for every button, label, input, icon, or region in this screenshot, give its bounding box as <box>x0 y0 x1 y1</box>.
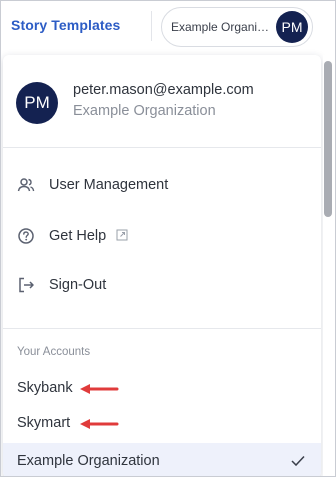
account-label: Skybank <box>17 380 73 396</box>
app-title[interactable]: Story Templates <box>11 17 120 33</box>
external-link-icon <box>116 229 128 241</box>
help-circle-icon <box>18 228 34 244</box>
checkmark-icon <box>291 455 305 467</box>
top-bar-divider <box>151 11 152 41</box>
users-icon <box>17 178 35 192</box>
profile-avatar: PM <box>16 82 58 124</box>
annotation-arrow-icon <box>80 419 119 429</box>
menu-item-label: Get Help <box>49 228 107 244</box>
account-switcher-button[interactable]: Example Organization PM <box>161 7 313 47</box>
divider <box>3 147 321 148</box>
account-dropdown-menu: PM peter.mason@example.com Example Organ… <box>3 55 321 476</box>
account-item-example-organization[interactable]: Example Organization <box>3 443 321 476</box>
top-bar: Story Templates Example Organization PM <box>1 1 335 51</box>
menu-item-get-help[interactable]: Get Help <box>3 216 321 256</box>
app-frame: Story Templates Example Organization PM … <box>0 0 336 477</box>
annotation-arrow-icon <box>80 384 119 394</box>
account-item-skymart[interactable]: Skymart <box>3 407 321 439</box>
menu-item-label: Sign-Out <box>49 277 107 293</box>
profile-email: peter.mason@example.com <box>73 82 254 98</box>
divider <box>3 328 321 329</box>
account-item-skybank[interactable]: Skybank <box>3 372 321 404</box>
accounts-section-label: Your Accounts <box>17 346 91 358</box>
scrollbar-thumb[interactable] <box>324 61 332 217</box>
account-label: Skymart <box>17 415 71 431</box>
sign-out-icon <box>19 277 34 293</box>
menu-item-sign-out[interactable]: Sign-Out <box>3 265 321 305</box>
menu-item-label: User Management <box>49 177 169 193</box>
current-org-name: Example Organization <box>171 20 275 34</box>
profile-organization: Example Organization <box>73 103 216 119</box>
avatar: PM <box>276 11 308 43</box>
menu-item-user-management[interactable]: User Management <box>3 165 321 205</box>
profile-section: PM peter.mason@example.com Example Organ… <box>3 55 321 147</box>
account-label: Example Organization <box>17 453 160 469</box>
